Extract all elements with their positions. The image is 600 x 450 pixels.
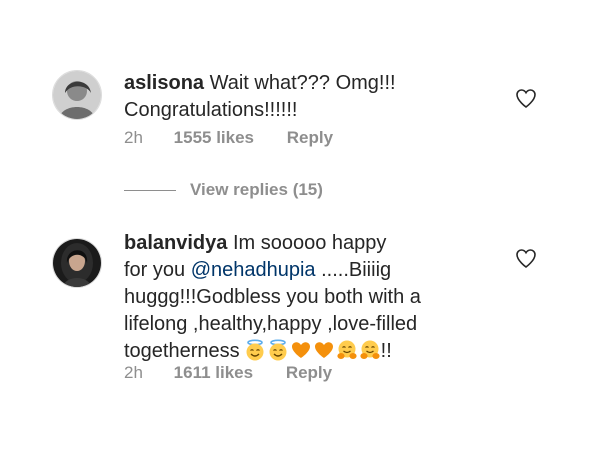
smiling-face-with-halo-icon xyxy=(244,339,266,361)
orange-heart-icon xyxy=(290,339,312,361)
comment-text: balanvidya Im sooooo happy for you @neha… xyxy=(124,230,424,365)
avatar-image xyxy=(53,71,101,119)
comment-meta: 2h 1555 likes Reply xyxy=(124,128,333,148)
comment-timestamp: 2h xyxy=(124,128,143,147)
comment-body-end: !! xyxy=(380,340,392,362)
comment-body-line5: togetherness xyxy=(124,340,240,362)
comment-body-line4: lifelong ,healthy,happy ,love-filled xyxy=(124,313,418,335)
comment-username[interactable]: aslisona xyxy=(124,72,204,94)
like-heart-icon[interactable] xyxy=(514,246,538,270)
comment-likes[interactable]: 1611 likes xyxy=(174,363,253,383)
reply-button[interactable]: Reply xyxy=(287,128,333,148)
smiling-face-with-halo-icon xyxy=(267,339,289,361)
hugging-face-icon xyxy=(336,339,358,361)
orange-heart-icon xyxy=(313,339,335,361)
like-heart-icon[interactable] xyxy=(514,86,538,110)
reply-button[interactable]: Reply xyxy=(286,363,332,383)
hugging-face-icon xyxy=(359,339,381,361)
emoji-row xyxy=(244,339,381,361)
comment-body-line2: Congratulations!!!!!! xyxy=(124,99,298,121)
view-replies-label: View replies (15) xyxy=(190,180,323,199)
comment-body-line3: huggg!!!Godbless you both with a xyxy=(124,286,421,308)
comment-timestamp: 2h xyxy=(124,363,143,382)
comment-body-line2-pre: for you xyxy=(124,259,191,281)
view-replies-divider xyxy=(124,189,176,191)
mention-link[interactable]: @nehadhupia xyxy=(191,259,316,281)
comment-likes[interactable]: 1555 likes xyxy=(174,128,254,148)
avatar-image xyxy=(53,239,101,287)
comment-body-line2-post: .....Biiiig xyxy=(315,259,392,281)
comment-body-line1: Im sooooo happy xyxy=(227,232,387,254)
comment-text: aslisona Wait what??? Omg!!! Congratulat… xyxy=(124,70,424,124)
view-replies-button[interactable]: View replies (15) xyxy=(124,180,323,200)
avatar[interactable] xyxy=(52,238,102,288)
comment-username[interactable]: balanvidya xyxy=(124,232,227,254)
comment-body: Wait what??? Omg!!! xyxy=(204,72,396,94)
comment-meta: 2h 1611 likes Reply xyxy=(124,363,332,383)
avatar[interactable] xyxy=(52,70,102,120)
